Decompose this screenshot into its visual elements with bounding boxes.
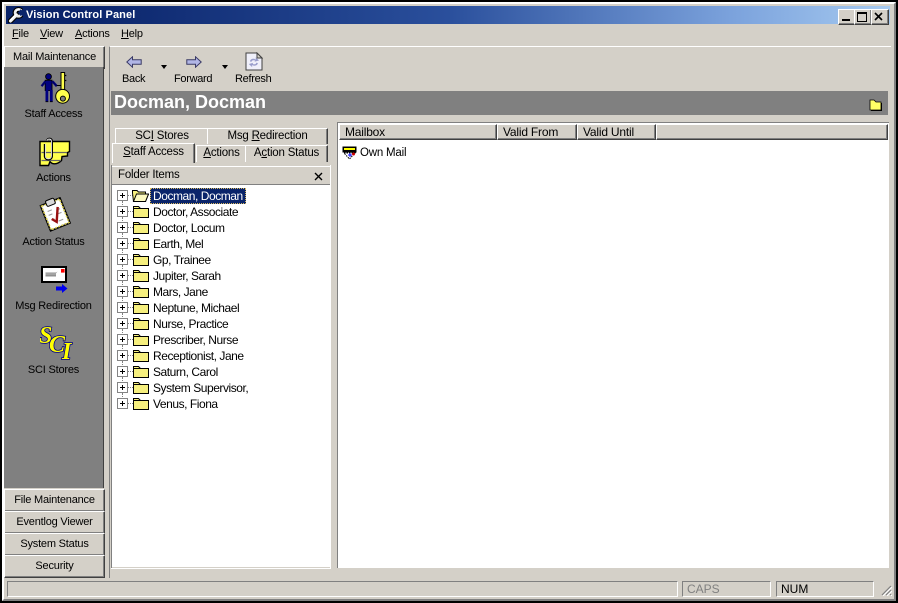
svg-text:I: I — [61, 339, 73, 361]
